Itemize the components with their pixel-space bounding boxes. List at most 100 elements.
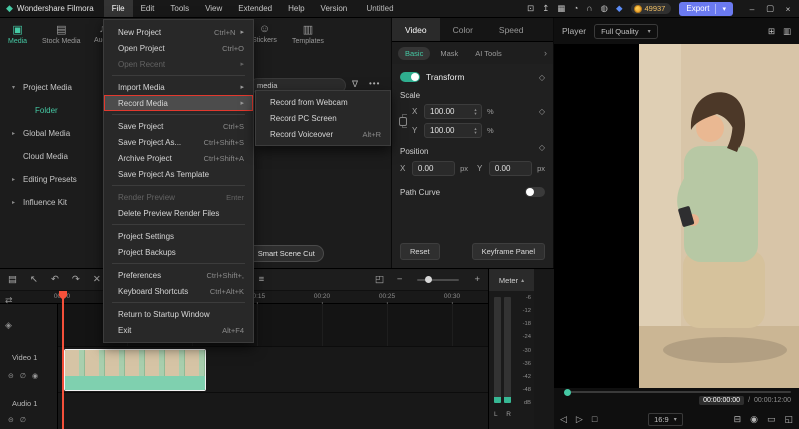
zoom-slider[interactable]	[417, 276, 460, 283]
zoom-fit-icon[interactable]: ◰	[375, 274, 384, 285]
menu-item-record-media[interactable]: Record Media ▸	[104, 95, 253, 111]
tab-video[interactable]: Video	[392, 18, 440, 41]
zoom-in-icon[interactable]: +	[474, 274, 480, 285]
sidebar-item-global-media[interactable]: ▸ Global Media	[0, 122, 104, 145]
more-options-icon[interactable]: •••	[369, 79, 380, 88]
menu-item-new-project[interactable]: New Project Ctrl+N ▸	[104, 24, 253, 40]
collapse-meter-icon[interactable]: ▴	[521, 277, 524, 284]
sidebar-item-influence-kit[interactable]: ▸ Influence Kit	[0, 191, 104, 214]
crop-preview-icon[interactable]: ▭	[767, 414, 776, 425]
menu-item-exit[interactable]: Exit Alt+F4	[104, 322, 253, 338]
menu-view[interactable]: View	[197, 0, 230, 17]
select-tool-icon[interactable]: ↖	[30, 274, 38, 285]
support-icon[interactable]: ∩	[586, 3, 592, 14]
menu-edit[interactable]: Edit	[133, 0, 163, 17]
menu-item-archive-project[interactable]: Archive Project Ctrl+Shift+A	[104, 150, 253, 166]
subtab-basic[interactable]: Basic	[398, 46, 431, 60]
tab-templates[interactable]: ▥ Templates	[292, 23, 324, 45]
media-bin-icon[interactable]: ▤	[8, 274, 17, 285]
video-clip[interactable]	[64, 349, 206, 391]
tab-stickers[interactable]: ☺ Stickers	[252, 23, 277, 44]
adjust-track-height-icon[interactable]: ⇄	[5, 295, 13, 306]
snapshot-icon[interactable]: ◉	[750, 414, 758, 425]
subtabs-more-icon[interactable]: ›	[544, 48, 547, 58]
menu-item-open-project[interactable]: Open Project Ctrl+O	[104, 40, 253, 56]
path-curve-toggle[interactable]	[525, 187, 545, 197]
menu-tools[interactable]: Tools	[162, 0, 197, 17]
scale-keyframe-icon[interactable]: ◇	[539, 107, 545, 116]
reset-button[interactable]: Reset	[400, 243, 440, 260]
subtab-ai-tools[interactable]: AI Tools	[468, 47, 509, 60]
menu-item-keyboard-shortcuts[interactable]: Keyboard Shortcuts Ctrl+Alt+K	[104, 283, 253, 299]
keyframe-panel-button[interactable]: Keyframe Panel	[471, 243, 545, 260]
export-dropdown-icon[interactable]: ▾	[722, 5, 726, 13]
menu-item-project-settings[interactable]: Project Settings	[104, 228, 253, 244]
sidebar-item-cloud-media[interactable]: Cloud Media	[0, 145, 104, 168]
coins-badge[interactable]: 49937	[630, 3, 672, 14]
menu-item-preferences[interactable]: Preferences Ctrl+Shift+,	[104, 267, 253, 283]
menu-item-save-project[interactable]: Save Project Ctrl+S	[104, 118, 253, 134]
delete-icon[interactable]: ✕	[93, 274, 101, 285]
menu-item-record-from-webcam[interactable]: Record from Webcam	[256, 94, 390, 110]
position-keyframe-icon[interactable]: ◇	[539, 143, 545, 152]
tab-media[interactable]: ▣ Media	[8, 23, 27, 45]
previous-frame-icon[interactable]: ◁	[560, 414, 567, 425]
menu-item-record-pc-screen[interactable]: Record PC Screen	[256, 110, 390, 126]
scale-y-stepper[interactable]: ▴ ▾	[472, 126, 481, 135]
color-scopes-icon[interactable]: ▥	[783, 26, 791, 37]
lock-icon[interactable]: ⊝	[8, 372, 14, 380]
audio-track[interactable]	[58, 393, 488, 429]
close-button[interactable]: ×	[779, 0, 797, 18]
vip-gem-icon[interactable]: ◆	[616, 3, 623, 14]
filter-icon[interactable]: ∇	[352, 79, 358, 90]
menu-item-project-backups[interactable]: Project Backups	[104, 244, 253, 260]
menu-extended[interactable]: Extended	[230, 0, 280, 17]
maximize-button[interactable]: ▢	[761, 0, 779, 18]
scale-x-input[interactable]: 100.00 ▴ ▾	[424, 104, 482, 119]
position-x-input[interactable]: 0.00	[411, 161, 456, 176]
play-icon[interactable]: ▷	[576, 414, 583, 425]
seek-handle[interactable]	[564, 388, 571, 396]
menu-item-save-project-as[interactable]: Save Project As... Ctrl+Shift+S	[104, 134, 253, 150]
video-track[interactable]	[58, 346, 488, 393]
tab-color[interactable]: Color	[440, 18, 486, 41]
menu-item-delete-preview-render-files[interactable]: Delete Preview Render Files	[104, 205, 253, 221]
sidebar-item-folder[interactable]: Folder	[0, 99, 104, 122]
audio-mixer-icon[interactable]: ≡	[259, 274, 265, 285]
redo-icon[interactable]: ↷	[72, 274, 80, 285]
fullscreen-icon[interactable]: ◱	[784, 414, 793, 425]
scale-y-input[interactable]: 100.00 ▴ ▾	[424, 123, 482, 138]
menu-file[interactable]: File	[103, 0, 133, 17]
stepper-down-icon[interactable]: ▾	[472, 130, 479, 135]
transform-keyframe-icon[interactable]: ◇	[539, 73, 545, 82]
tab-speed[interactable]: Speed	[486, 18, 537, 41]
mini-window-icon[interactable]: ⊟	[734, 414, 742, 425]
aspect-ratio-dropdown[interactable]: 16:9 ▾	[648, 412, 683, 426]
menu-item-record-voiceover[interactable]: Record Voiceover Alt+R	[256, 126, 390, 142]
stepper-down-icon[interactable]: ▾	[472, 111, 479, 116]
hide-icon[interactable]: ◉	[32, 372, 38, 380]
playhead[interactable]	[59, 291, 67, 429]
seek-bar[interactable]	[564, 388, 791, 396]
grid-view-icon[interactable]: ⊞	[768, 26, 775, 37]
scale-x-stepper[interactable]: ▴ ▾	[472, 107, 481, 116]
zoom-out-icon[interactable]: −	[397, 274, 403, 285]
tab-stock-media[interactable]: ▤ Stock Media	[42, 23, 81, 45]
zoom-slider-handle[interactable]	[425, 276, 433, 283]
capture-icon[interactable]: ⊡	[527, 3, 534, 14]
undo-icon[interactable]: ↶	[51, 274, 59, 285]
minimize-button[interactable]: –	[743, 0, 761, 18]
meter-header[interactable]: Meter ▴	[489, 269, 534, 291]
lock-icon[interactable]: ⊝	[8, 416, 14, 424]
menu-item-import-media[interactable]: Import Media ▸	[104, 79, 253, 95]
sidebar-item-project-media[interactable]: ▾ Project Media	[0, 76, 104, 99]
track-options-icon[interactable]: ◈	[5, 320, 13, 331]
user-icon[interactable]: ◍	[601, 3, 608, 14]
quality-dropdown[interactable]: Full Quality ▾	[594, 23, 658, 39]
share-icon[interactable]: ↥	[542, 3, 549, 14]
menu-item-return-to-startup-window[interactable]: Return to Startup Window	[104, 306, 253, 322]
subtab-mask[interactable]: Mask	[433, 47, 465, 60]
link-xy-icon[interactable]	[399, 114, 407, 128]
layout-icon[interactable]: ▦	[557, 3, 565, 14]
mute-icon[interactable]: ∅	[20, 372, 26, 380]
